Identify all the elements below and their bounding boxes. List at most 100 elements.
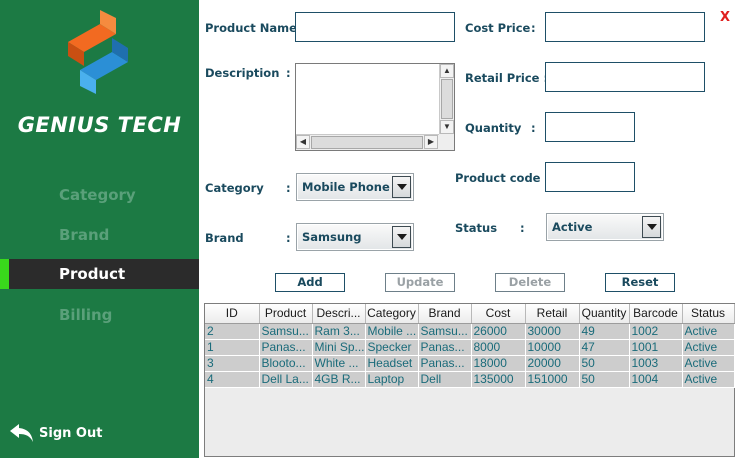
delete-button[interactable]: Delete bbox=[495, 273, 565, 292]
table-cell: White ... bbox=[312, 355, 366, 372]
cost-price-input[interactable] bbox=[545, 12, 705, 42]
column-header-status[interactable]: Status bbox=[682, 304, 735, 324]
sign-out-button[interactable]: Sign Out bbox=[9, 420, 102, 446]
scroll-up-icon[interactable]: ▲ bbox=[440, 64, 454, 78]
quantity-input[interactable] bbox=[545, 112, 635, 142]
table-cell: Panas... bbox=[418, 355, 472, 372]
column-header-cost[interactable]: Cost bbox=[471, 304, 526, 324]
brand-select[interactable]: Samsung bbox=[296, 223, 414, 251]
sidebar-item-product[interactable]: Product bbox=[0, 259, 199, 289]
sidebar-item-label: Brand bbox=[59, 226, 110, 244]
table-header-row: ID Product Descri... Category Brand Cost… bbox=[205, 304, 735, 324]
table-cell: 30000 bbox=[525, 323, 580, 340]
status-select[interactable]: Active bbox=[546, 213, 664, 241]
scroll-right-icon[interactable]: ▶ bbox=[424, 135, 438, 149]
scroll-down-icon[interactable]: ▼ bbox=[440, 120, 454, 134]
category-select[interactable]: Mobile Phone bbox=[296, 173, 414, 201]
table-cell: 4GB R... bbox=[312, 371, 366, 388]
column-header-description[interactable]: Descri... bbox=[312, 304, 366, 324]
chevron-down-icon[interactable] bbox=[642, 216, 661, 238]
table-cell: 50 bbox=[579, 355, 630, 372]
category-label: Category bbox=[205, 181, 264, 195]
table-cell: 10000 bbox=[525, 339, 580, 356]
chevron-down-icon[interactable] bbox=[392, 176, 411, 198]
product-name-label: Product Name : bbox=[205, 21, 306, 35]
cost-price-colon: : bbox=[531, 21, 536, 35]
category-colon: : bbox=[286, 181, 291, 195]
product-code-input[interactable] bbox=[545, 162, 635, 192]
genius-tech-logo-icon bbox=[68, 10, 128, 94]
description-horizontal-scrollbar[interactable]: ◀ ▶ bbox=[296, 134, 439, 150]
chevron-down-icon[interactable] bbox=[392, 226, 411, 248]
table-cell: Panas... bbox=[259, 339, 313, 356]
sidebar-item-billing[interactable]: Billing bbox=[0, 300, 199, 330]
column-header-barcode[interactable]: Barcode bbox=[629, 304, 683, 324]
column-header-category[interactable]: Category bbox=[365, 304, 419, 324]
table-cell: 20000 bbox=[525, 355, 580, 372]
sign-out-label: Sign Out bbox=[39, 425, 103, 441]
column-header-retail[interactable]: Retail bbox=[525, 304, 580, 324]
table-cell: Mobile ... bbox=[365, 323, 419, 340]
retail-price-input[interactable] bbox=[545, 62, 705, 92]
back-arrow-icon bbox=[10, 424, 33, 442]
table-cell: Ram 3... bbox=[312, 323, 366, 340]
table-row[interactable]: 2 Samsu... Ram 3... Mobile ... Samsu... … bbox=[205, 323, 735, 340]
table-cell: 2 bbox=[205, 323, 260, 340]
table-cell: Samsu... bbox=[418, 323, 472, 340]
quantity-label: Quantity bbox=[465, 121, 522, 135]
description-vertical-scrollbar[interactable]: ▲ ▼ bbox=[439, 64, 454, 135]
horizontal-scroll-thumb[interactable] bbox=[311, 136, 423, 149]
table-cell: Active bbox=[682, 355, 735, 372]
column-header-product[interactable]: Product bbox=[259, 304, 313, 324]
table-cell: Samsu... bbox=[259, 323, 313, 340]
table-cell: Mini Sp... bbox=[312, 339, 366, 356]
table-cell: Specker bbox=[365, 339, 419, 356]
table-cell: 1003 bbox=[629, 355, 683, 372]
table-cell: 1002 bbox=[629, 323, 683, 340]
brand-colon: : bbox=[286, 231, 291, 245]
column-header-id[interactable]: ID bbox=[205, 304, 260, 324]
table-cell: 1 bbox=[205, 339, 260, 356]
sidebar-item-category[interactable]: Category bbox=[0, 180, 199, 210]
vertical-scroll-thumb[interactable] bbox=[441, 79, 453, 119]
table-cell: 3 bbox=[205, 355, 260, 372]
table-cell: 135000 bbox=[471, 371, 526, 388]
sidebar-item-label: Category bbox=[59, 186, 136, 204]
column-header-brand[interactable]: Brand bbox=[418, 304, 472, 324]
active-marker bbox=[0, 259, 9, 289]
table-cell: Active bbox=[682, 323, 735, 340]
table-cell: Headset bbox=[365, 355, 419, 372]
status-label: Status bbox=[455, 221, 498, 235]
sidebar-item-label: Billing bbox=[59, 306, 113, 324]
table-row[interactable]: 4 Dell La... 4GB R... Laptop Dell 135000… bbox=[205, 371, 735, 388]
table-cell: Panas... bbox=[418, 339, 472, 356]
status-colon: : bbox=[520, 221, 525, 235]
update-button[interactable]: Update bbox=[385, 273, 455, 292]
table-cell: 4 bbox=[205, 371, 260, 388]
sidebar-item-brand[interactable]: Brand bbox=[0, 220, 199, 250]
sidebar: GENIUS TECH Category Brand Product Billi… bbox=[0, 0, 199, 458]
table-row[interactable]: 3 Blooto... White ... Headset Panas... 1… bbox=[205, 355, 735, 372]
table-cell: 18000 bbox=[471, 355, 526, 372]
product-name-input[interactable] bbox=[295, 12, 455, 42]
brand-select-value: Samsung bbox=[302, 230, 362, 244]
sidebar-item-label: Product bbox=[59, 265, 126, 283]
table-row[interactable]: 1 Panas... Mini Sp... Specker Panas... 8… bbox=[205, 339, 735, 356]
table-cell: 49 bbox=[579, 323, 630, 340]
column-header-quantity[interactable]: Quantity bbox=[579, 304, 630, 324]
description-textarea[interactable]: ▲ ▼ ◀ ▶ bbox=[295, 63, 455, 151]
close-button[interactable]: X bbox=[720, 10, 730, 25]
table-cell: Dell bbox=[418, 371, 472, 388]
status-select-value: Active bbox=[552, 220, 593, 234]
reset-button[interactable]: Reset bbox=[605, 273, 675, 292]
table-cell: 8000 bbox=[471, 339, 526, 356]
quantity-colon: : bbox=[531, 121, 536, 135]
table-cell: 1001 bbox=[629, 339, 683, 356]
table-cell: Active bbox=[682, 339, 735, 356]
brand-label: Brand bbox=[205, 231, 244, 245]
add-button[interactable]: Add bbox=[275, 273, 345, 292]
table-cell: Active bbox=[682, 371, 735, 388]
scroll-left-icon[interactable]: ◀ bbox=[296, 135, 310, 149]
table-cell: 151000 bbox=[525, 371, 580, 388]
product-table[interactable]: ID Product Descri... Category Brand Cost… bbox=[204, 303, 735, 457]
